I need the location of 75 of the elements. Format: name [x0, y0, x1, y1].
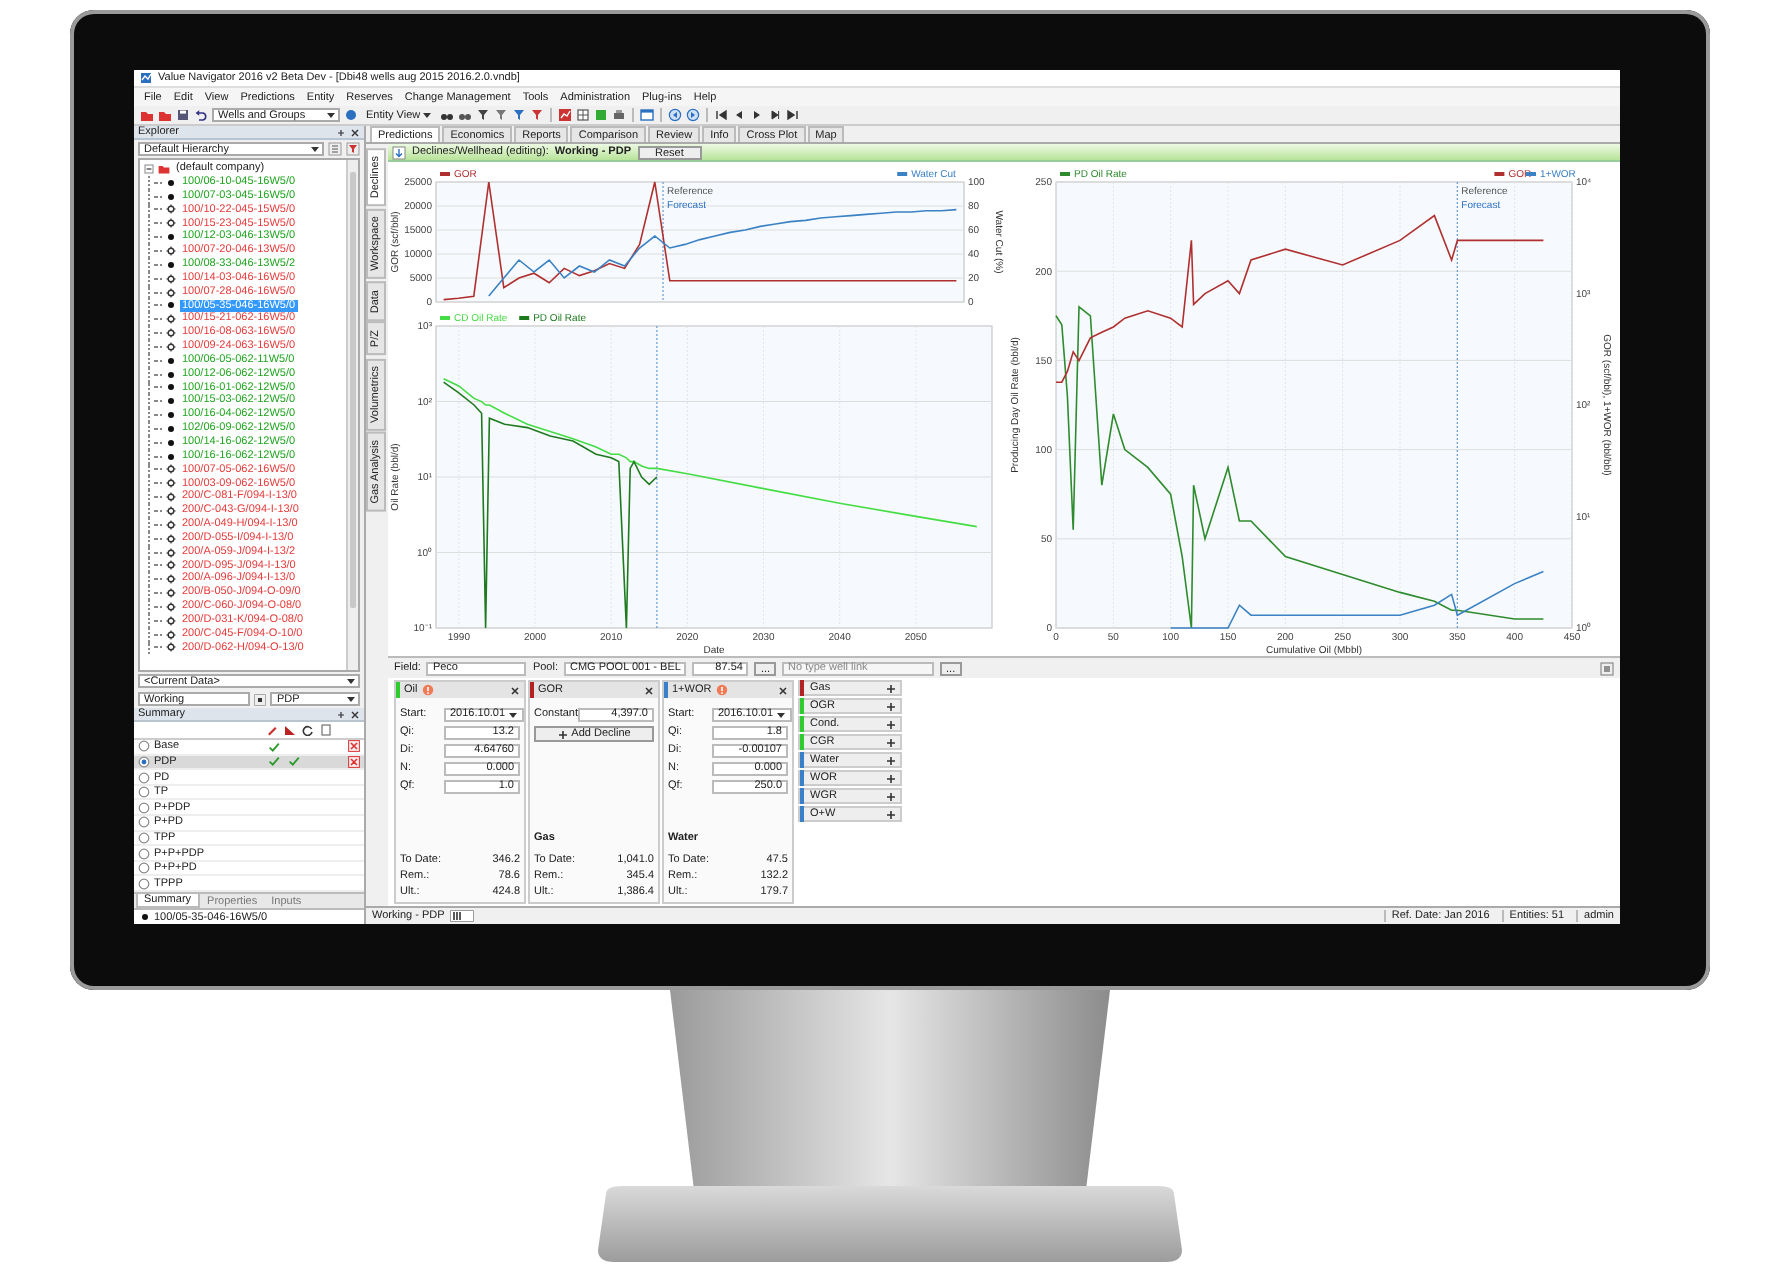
collapse-icon[interactable] — [144, 163, 154, 174]
caret-icon — [775, 709, 786, 719]
plus-icon — [557, 729, 568, 739]
first-icon[interactable] — [714, 108, 729, 122]
caret-icon — [326, 110, 336, 120]
caret-icon — [507, 709, 518, 719]
remove-icon[interactable] — [348, 755, 360, 768]
progress-icon — [450, 910, 475, 922]
radio-button[interactable] — [138, 786, 150, 799]
close-icon[interactable] — [350, 709, 360, 720]
plus-icon — [886, 719, 896, 729]
document-icon[interactable] — [320, 724, 332, 737]
save-icon[interactable] — [176, 108, 190, 122]
gear-icon — [166, 245, 176, 256]
dot-icon — [166, 177, 176, 188]
close-icon[interactable] — [778, 685, 788, 695]
caret-icon — [310, 144, 320, 154]
dot-icon — [166, 232, 176, 243]
close-icon[interactable] — [350, 127, 360, 137]
gear-icon — [166, 218, 176, 229]
radio-button[interactable] — [138, 816, 150, 829]
gear-icon — [166, 314, 176, 325]
undo-icon[interactable] — [194, 108, 208, 122]
gear-icon — [166, 478, 176, 489]
dot-icon — [166, 300, 176, 311]
plus-icon — [886, 791, 896, 801]
gear-icon — [166, 287, 176, 298]
radio-button[interactable] — [138, 740, 150, 753]
plus-icon — [886, 701, 896, 711]
grid-icon[interactable] — [576, 108, 591, 122]
gear-icon — [166, 615, 176, 626]
radio-button[interactable] — [138, 847, 150, 860]
dot-icon — [166, 191, 176, 202]
scrollbar[interactable] — [346, 160, 358, 671]
caret-icon — [422, 110, 433, 120]
plus-icon — [886, 755, 896, 765]
plus-icon — [886, 737, 896, 747]
plus-icon — [886, 773, 896, 783]
next-icon[interactable] — [768, 108, 783, 122]
forecast-divider — [662, 181, 664, 303]
close-icon[interactable] — [510, 685, 520, 695]
folder-icon — [158, 163, 170, 174]
dot-icon — [166, 259, 176, 270]
gear-icon — [166, 492, 176, 503]
plus-icon — [886, 809, 896, 819]
close-icon[interactable] — [644, 685, 654, 695]
filter-icon[interactable] — [346, 142, 360, 156]
gear-icon — [166, 533, 176, 544]
dot-icon — [166, 396, 176, 407]
refresh-icon[interactable] — [302, 724, 314, 737]
radio-button[interactable] — [138, 755, 150, 768]
dot-icon — [140, 912, 150, 922]
window-icon[interactable] — [640, 108, 655, 122]
forward-icon[interactable] — [686, 108, 701, 122]
radio-button[interactable] — [138, 862, 150, 875]
plus-icon — [886, 683, 896, 693]
back-icon[interactable] — [668, 108, 683, 122]
list-icon[interactable] — [1600, 661, 1614, 675]
radio-button[interactable] — [138, 877, 150, 890]
gear-icon — [166, 574, 176, 585]
menu-button-icon[interactable] — [254, 693, 267, 706]
dot-icon — [166, 437, 176, 448]
radio-button[interactable] — [138, 771, 150, 784]
print-icon[interactable] — [612, 108, 627, 122]
dot-icon — [166, 451, 176, 462]
dot-icon — [166, 355, 176, 366]
gear-icon — [166, 273, 176, 284]
remove-icon[interactable] — [348, 740, 360, 753]
radio-button[interactable] — [138, 831, 150, 844]
pencil-icon[interactable] — [266, 724, 278, 737]
download-icon[interactable] — [392, 145, 406, 159]
gear-icon — [166, 204, 176, 215]
gear-icon — [166, 464, 176, 475]
last-icon[interactable] — [786, 108, 801, 122]
radio-button[interactable] — [138, 801, 150, 814]
